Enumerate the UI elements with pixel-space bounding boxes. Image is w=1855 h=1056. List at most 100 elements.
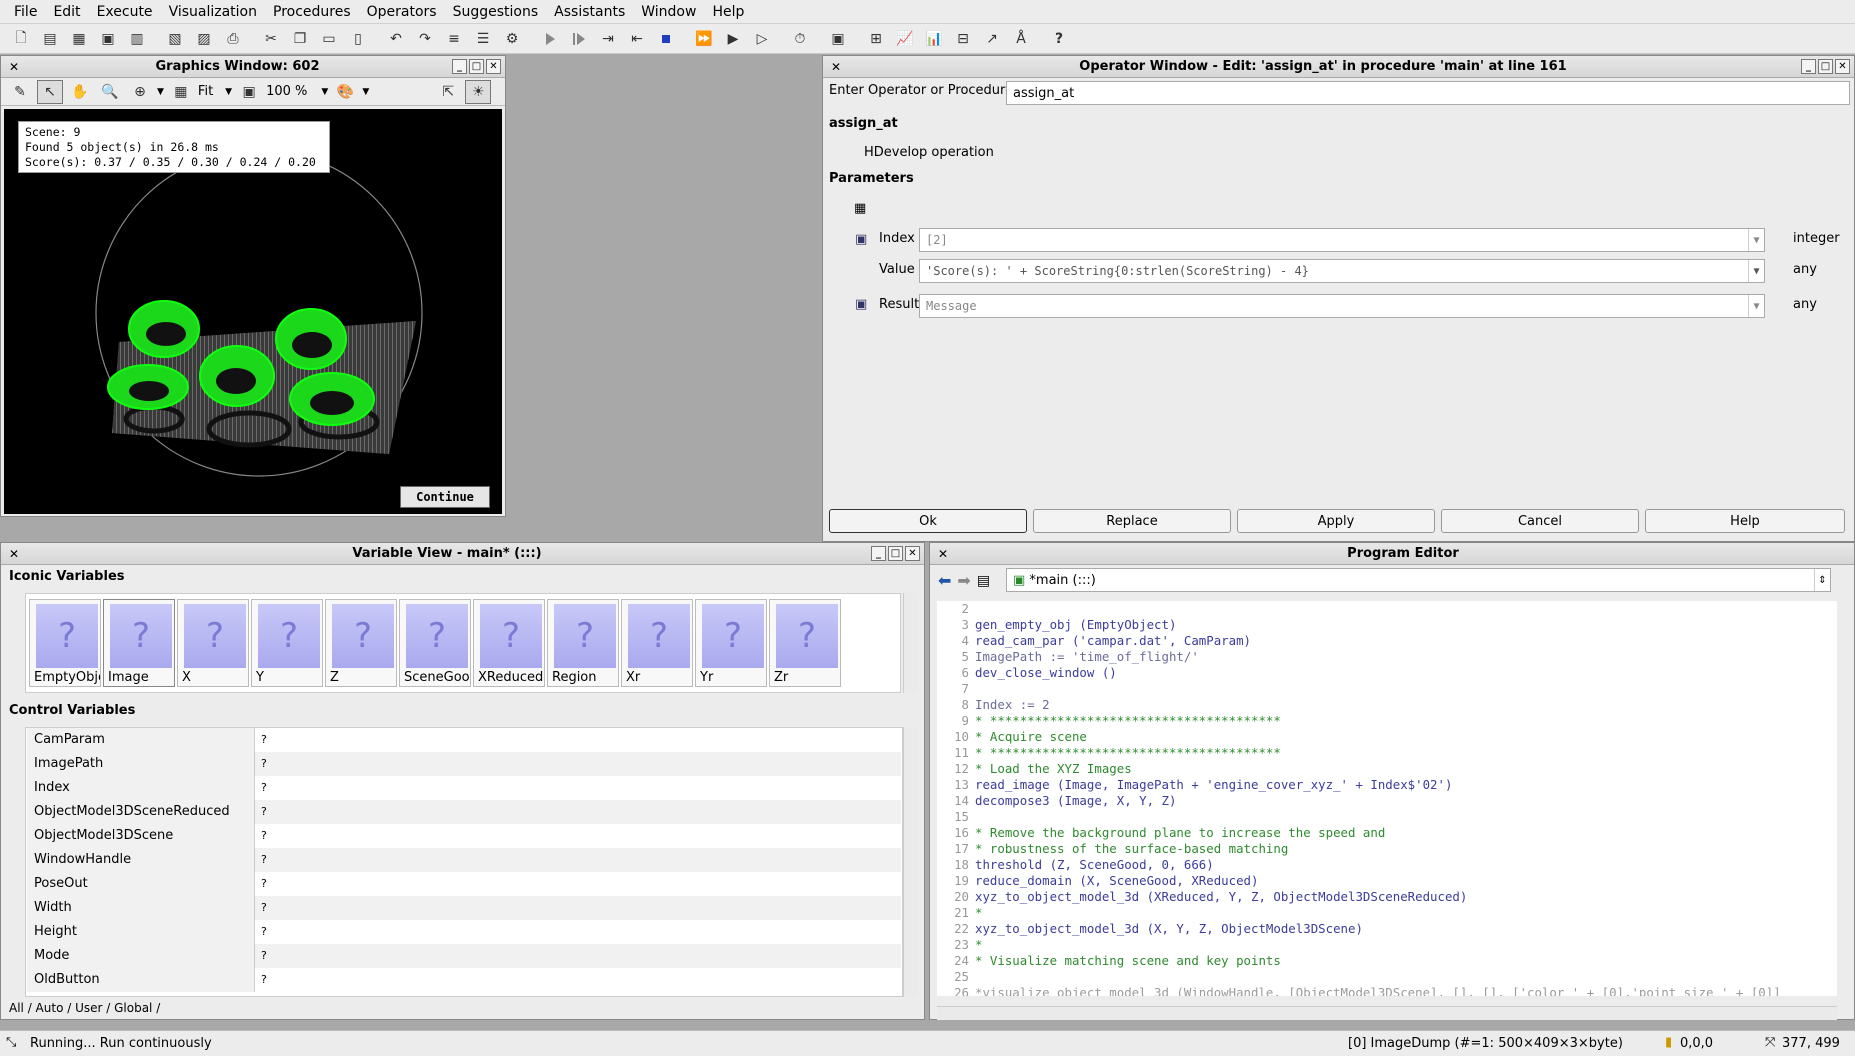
- param-result-field[interactable]: Message ▼: [919, 294, 1765, 318]
- edit-icon[interactable]: ✎: [7, 80, 33, 104]
- zoom-percent-label[interactable]: 100 %: [266, 84, 307, 99]
- table-row[interactable]: CamParam?: [27, 728, 901, 752]
- reset-program-icon[interactable]: ⏩: [691, 27, 717, 51]
- code-line[interactable]: 14 decompose3 (Image, X, Y, Z): [937, 793, 1176, 809]
- help-button[interactable]: Help: [1645, 509, 1845, 533]
- operator-window-titlebar[interactable]: ✕ Operator Window - Edit: 'assign_at' in…: [823, 56, 1854, 78]
- ok-button[interactable]: Ok: [829, 509, 1027, 533]
- iconic-var-tile[interactable]: ? XReduced: [473, 599, 545, 687]
- menu-execute[interactable]: Execute: [89, 0, 161, 24]
- delete-icon[interactable]: ▯: [345, 27, 371, 51]
- chevron-down-icon[interactable]: ⇕: [1814, 569, 1830, 591]
- menu-window[interactable]: Window: [633, 0, 704, 24]
- continue-button[interactable]: Continue: [400, 486, 490, 508]
- chevron-down-icon[interactable]: ▼: [362, 87, 369, 97]
- step-into-icon[interactable]: ⇥: [595, 27, 621, 51]
- code-line[interactable]: 11 * ************************************…: [937, 745, 1281, 761]
- code-line[interactable]: 7: [937, 681, 975, 697]
- close-icon[interactable]: ✕: [1835, 59, 1850, 74]
- back-arrow-icon[interactable]: ⬅: [938, 571, 951, 590]
- run-icon[interactable]: [537, 27, 563, 51]
- save-icon[interactable]: ▣: [95, 27, 121, 51]
- table-row[interactable]: Index?: [27, 776, 901, 800]
- code-line[interactable]: 18 threshold (Z, SceneGood, 0, 666): [937, 857, 1214, 873]
- menu-file[interactable]: File: [6, 0, 45, 24]
- 3d-navigate-icon[interactable]: ⇱: [435, 80, 461, 104]
- code-line[interactable]: 13 read_image (Image, ImagePath + 'engine…: [937, 777, 1452, 793]
- breakpoint-icon[interactable]: ▷: [749, 27, 775, 51]
- stop-icon[interactable]: [653, 27, 679, 51]
- zoom-window-icon[interactable]: Å: [1008, 27, 1034, 51]
- menu-operators[interactable]: Operators: [359, 0, 445, 24]
- code-line[interactable]: 12 * Load the XYZ Images: [937, 761, 1132, 777]
- code-line[interactable]: 4 read_cam_par ('campar.dat', CamParam): [937, 633, 1251, 649]
- param-value-field[interactable]: 'Score(s): ' + ScoreString{0:strlen(Scor…: [919, 259, 1765, 283]
- menu-visualization[interactable]: Visualization: [161, 0, 265, 24]
- line-profile-icon[interactable]: 📈: [892, 27, 918, 51]
- maximize-icon[interactable]: □: [888, 546, 903, 561]
- menu-suggestions[interactable]: Suggestions: [445, 0, 547, 24]
- save-as-icon[interactable]: ▥: [124, 27, 150, 51]
- code-editor[interactable]: 2 3 gen_empty_obj (EmptyObject) 4 read_cam_p…: [937, 601, 1837, 996]
- chevron-down-icon[interactable]: ▼: [1748, 260, 1764, 282]
- table-row[interactable]: ImagePath?: [27, 752, 901, 776]
- open-procedure-icon[interactable]: ▧: [162, 27, 188, 51]
- table-row[interactable]: PoseOut?: [27, 872, 901, 896]
- minimize-icon[interactable]: _: [452, 59, 467, 74]
- procedure-list-icon[interactable]: ▤: [977, 573, 990, 589]
- variable-view-titlebar[interactable]: ✕ Variable View - main* (:::) _ □ ✕: [1, 543, 924, 565]
- histogram-icon[interactable]: ⊞: [863, 27, 889, 51]
- feature-histogram-icon[interactable]: ⊟: [950, 27, 976, 51]
- code-line[interactable]: 21 *: [937, 905, 982, 921]
- procedure-icon[interactable]: ⚙: [499, 27, 525, 51]
- maximize-icon[interactable]: □: [469, 59, 484, 74]
- iconic-scrollbar[interactable]: [903, 593, 917, 693]
- insert-line-icon[interactable]: ≡: [441, 27, 467, 51]
- replace-button[interactable]: Replace: [1033, 509, 1231, 533]
- code-line[interactable]: 17 * robustness of the surface-based matc…: [937, 841, 1288, 857]
- fit-icon[interactable]: ▦: [168, 80, 194, 104]
- close-icon[interactable]: ✕: [486, 59, 501, 74]
- ocr-icon[interactable]: ↗: [979, 27, 1005, 51]
- gray-histogram-icon[interactable]: 📊: [921, 27, 947, 51]
- minimize-icon[interactable]: _: [1801, 59, 1816, 74]
- editor-hscrollbar[interactable]: [937, 1006, 1837, 1020]
- copy-icon[interactable]: ❐: [287, 27, 313, 51]
- iconic-var-tile[interactable]: ? Image: [103, 599, 175, 687]
- code-line[interactable]: 9 * *************************************…: [937, 713, 1281, 729]
- procedure-select[interactable]: ▣ *main (:::) ⇕: [1006, 568, 1831, 592]
- graphics-window-titlebar[interactable]: ✕ Graphics Window: 602 _ □ ✕: [1, 56, 505, 78]
- iconic-var-tile[interactable]: ? Xr: [621, 599, 693, 687]
- zoom-icon[interactable]: 🔍: [97, 80, 123, 104]
- table-row[interactable]: Height?: [27, 920, 901, 944]
- zoom-percent-icon[interactable]: ▣: [236, 80, 262, 104]
- table-row[interactable]: WindowHandle?: [27, 848, 901, 872]
- control-scrollbar[interactable]: [903, 727, 917, 997]
- iconic-var-tile[interactable]: ? Z: [325, 599, 397, 687]
- code-line[interactable]: 20 xyz_to_object_model_3d (XReduced, Y, Z…: [937, 889, 1467, 905]
- code-line[interactable]: 23 *: [937, 937, 982, 953]
- code-line[interactable]: 25: [937, 969, 975, 985]
- maximize-icon[interactable]: □: [1818, 59, 1833, 74]
- step-over-icon[interactable]: [566, 27, 592, 51]
- menu-edit[interactable]: Edit: [45, 0, 88, 24]
- color-icon[interactable]: 🎨: [332, 80, 358, 104]
- table-row[interactable]: ObjectModel3DScene?: [27, 824, 901, 848]
- code-line[interactable]: 26 *visualize_object_model_3d (WindowHand…: [937, 985, 1781, 996]
- apply-button[interactable]: Apply: [1237, 509, 1435, 533]
- param-index-field[interactable]: [2] ▼: [919, 228, 1765, 252]
- paste-icon[interactable]: ▭: [316, 27, 342, 51]
- graphics-canvas[interactable]: Scene: 9 Found 5 object(s) in 26.8 ms Sc…: [4, 109, 502, 514]
- redo-icon[interactable]: ↷: [412, 27, 438, 51]
- save-procedure-icon[interactable]: ▨: [191, 27, 217, 51]
- menu-help[interactable]: Help: [704, 0, 752, 24]
- pan-hand-icon[interactable]: ✋: [67, 80, 93, 104]
- cancel-button[interactable]: Cancel: [1441, 509, 1639, 533]
- code-line[interactable]: 5 ImagePath := 'time_of_flight/': [937, 649, 1199, 665]
- chevron-down-icon[interactable]: ▼: [157, 87, 164, 97]
- code-line[interactable]: 16 * Remove the background plane to incre…: [937, 825, 1385, 841]
- chevron-down-icon[interactable]: ▼: [1748, 229, 1764, 251]
- zoom-fit-label[interactable]: Fit: [198, 84, 213, 99]
- new-file-icon[interactable]: 🗋: [8, 27, 34, 51]
- profiler-icon[interactable]: ⏱: [787, 27, 813, 51]
